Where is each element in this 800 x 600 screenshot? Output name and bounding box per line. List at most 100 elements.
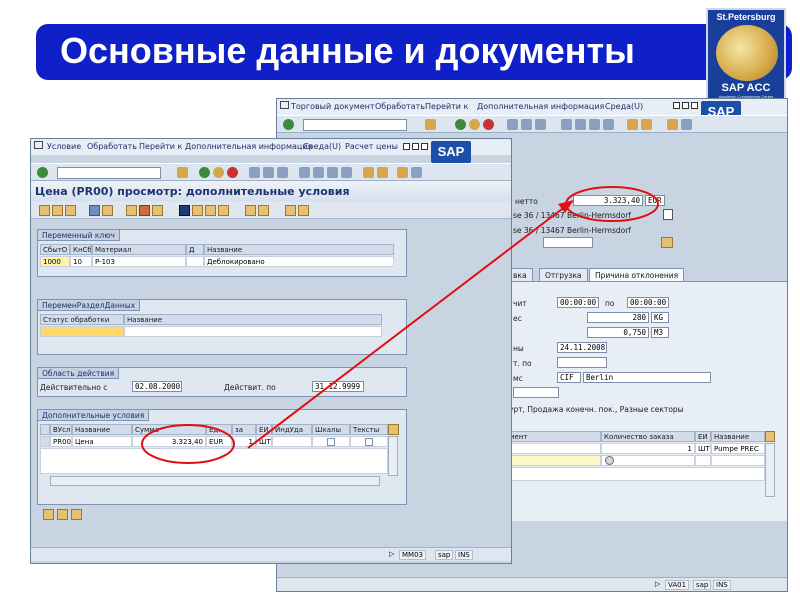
item-cell-new-qty[interactable]: [601, 455, 695, 466]
tab-shipping[interactable]: Отгрузка: [539, 268, 588, 282]
find-icon[interactable]: [521, 119, 532, 130]
maximize-icon[interactable]: [412, 143, 419, 150]
next-page-icon[interactable]: [589, 119, 600, 130]
row-selector[interactable]: [40, 436, 50, 447]
minimize-icon[interactable]: [403, 143, 410, 150]
app-button-6[interactable]: [126, 205, 137, 216]
menu-environment[interactable]: Среда(U): [605, 102, 643, 111]
app-button-15[interactable]: [285, 205, 296, 216]
cell-status-name[interactable]: [124, 326, 382, 337]
minimize-icon[interactable]: [673, 102, 680, 109]
dropdown-field[interactable]: [513, 387, 559, 398]
cell-d[interactable]: [186, 256, 204, 267]
table-settings-icon[interactable]: [765, 431, 775, 442]
cell-cond-type[interactable]: PR00: [50, 436, 72, 447]
incoterms-field[interactable]: CIF: [557, 372, 581, 383]
scales-checkbox[interactable]: [327, 438, 335, 446]
item-cell-quantity[interactable]: 1: [601, 443, 695, 454]
item-header-name[interactable]: Название: [711, 431, 765, 442]
tab-rejection-reason[interactable]: Причина отклонения: [589, 268, 685, 282]
app-button-13[interactable]: [245, 205, 256, 216]
save-icon[interactable]: [177, 167, 188, 178]
save-icon[interactable]: [425, 119, 436, 130]
cell-channel[interactable]: 10: [70, 256, 92, 267]
document-icon[interactable]: [663, 209, 673, 220]
exit-icon[interactable]: [469, 119, 480, 130]
bottom-button-1[interactable]: [43, 509, 54, 520]
cell-uom[interactable]: ШТ: [256, 436, 272, 447]
layout-icon[interactable]: [681, 119, 692, 130]
conditions-scrollbar-v[interactable]: [388, 436, 398, 476]
cell-material[interactable]: P-103: [92, 256, 186, 267]
cell-name[interactable]: Деблокировано: [204, 256, 394, 267]
valid-to-field[interactable]: 31.12.9999: [312, 381, 364, 392]
cell-cond-name[interactable]: Цена: [72, 436, 132, 447]
header-uom[interactable]: ЕИ: [256, 424, 272, 435]
close-icon[interactable]: [421, 143, 428, 150]
back-icon[interactable]: [199, 167, 210, 178]
header-d[interactable]: Д: [186, 244, 204, 255]
command-field[interactable]: [57, 167, 161, 179]
header-channel[interactable]: КнСб: [70, 244, 92, 255]
date-field[interactable]: 24.11.2008: [557, 342, 607, 353]
header-per[interactable]: за: [232, 424, 256, 435]
enter-icon[interactable]: [37, 167, 48, 178]
item-cell-new[interactable]: [507, 455, 601, 466]
header-material[interactable]: Материал: [92, 244, 186, 255]
app-button-16[interactable]: [298, 205, 309, 216]
new-session-icon[interactable]: [363, 167, 374, 178]
last-page-icon[interactable]: [341, 167, 352, 178]
app-button-11[interactable]: [205, 205, 216, 216]
header-status-name[interactable]: Название: [124, 314, 382, 325]
app-button-12[interactable]: [218, 205, 229, 216]
incoterms-place-field[interactable]: Berlin: [583, 372, 711, 383]
menu-edit[interactable]: Обработать: [375, 102, 425, 111]
header-cond-name[interactable]: Название: [72, 424, 132, 435]
header-status[interactable]: Статус обработки: [40, 314, 124, 325]
header-unit[interactable]: Ед.: [206, 424, 232, 435]
help-icon[interactable]: [397, 167, 408, 178]
app-button-2[interactable]: [52, 205, 63, 216]
weight-field[interactable]: 280: [587, 312, 649, 323]
item-cell-customer[interactable]: [507, 443, 601, 454]
time-from-field[interactable]: 00:00:00: [557, 297, 599, 308]
valid-to-field[interactable]: [557, 357, 607, 368]
value-help-icon[interactable]: [605, 456, 614, 465]
app-button-3[interactable]: [65, 205, 76, 216]
net-value-field[interactable]: 3.323,40: [573, 195, 643, 206]
weight-unit-field[interactable]: KG: [651, 312, 669, 323]
shortcut-icon[interactable]: [641, 119, 652, 130]
back-icon[interactable]: [455, 119, 466, 130]
cell-deletion[interactable]: [272, 436, 312, 447]
bottom-button-3[interactable]: [71, 509, 82, 520]
item-header-quantity[interactable]: Количество заказа: [601, 431, 695, 442]
header-sales-org[interactable]: СбытО: [40, 244, 70, 255]
cell-amount[interactable]: 3.323,40: [132, 436, 206, 447]
new-session-icon[interactable]: [627, 119, 638, 130]
item-table-scrollbar[interactable]: [765, 443, 775, 497]
header-texts[interactable]: Тексты: [350, 424, 388, 435]
window-menu-icon[interactable]: [280, 101, 289, 109]
item-header-uom[interactable]: ЕИ: [695, 431, 711, 442]
exit-icon[interactable]: [213, 167, 224, 178]
net-currency-field[interactable]: EUR: [645, 195, 665, 206]
item-cell-uom[interactable]: ШТ: [695, 443, 711, 454]
menu-extras[interactable]: Дополнительная информация: [477, 102, 604, 111]
header-name[interactable]: Название: [204, 244, 394, 255]
valid-from-field[interactable]: 02.08.2000: [132, 381, 182, 392]
volume-field[interactable]: 0,750: [587, 327, 649, 338]
maximize-icon[interactable]: [682, 102, 689, 109]
cell-unit[interactable]: EUR: [206, 436, 232, 447]
menu-sales-document[interactable]: Торговый документ: [291, 102, 375, 111]
shortcut-icon[interactable]: [377, 167, 388, 178]
app-button-1[interactable]: [39, 205, 50, 216]
close-icon[interactable]: [691, 102, 698, 109]
enter-icon[interactable]: [283, 119, 294, 130]
po-field[interactable]: [543, 237, 593, 248]
layout-icon[interactable]: [411, 167, 422, 178]
item-header-customer[interactable]: иент: [507, 431, 601, 442]
app-button-7[interactable]: [139, 205, 150, 216]
menu-goto[interactable]: Перейти к: [139, 142, 182, 151]
cell-per[interactable]: 1: [232, 436, 256, 447]
app-button-5[interactable]: [102, 205, 113, 216]
